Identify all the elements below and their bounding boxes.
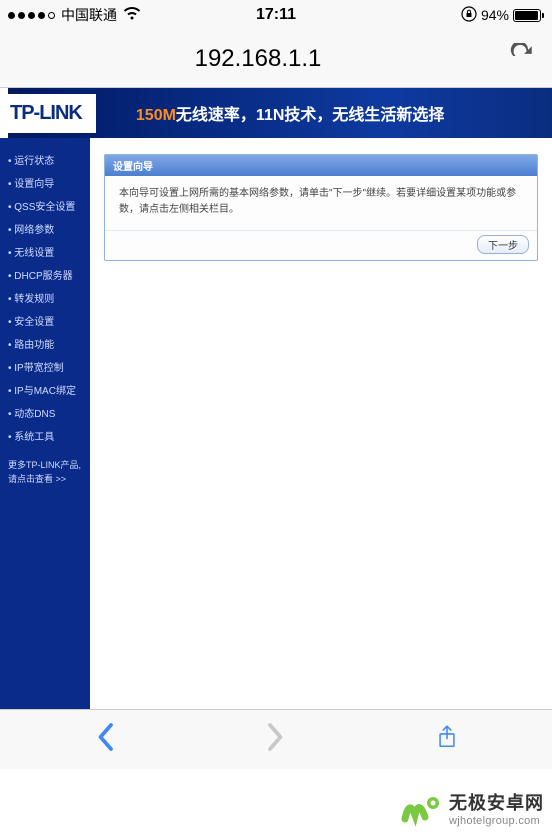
battery-pct-label: 94% bbox=[481, 7, 509, 23]
banner-text: 150M无线速率，11N技术，无线生活新选择 bbox=[96, 101, 552, 125]
sidebar-item-network[interactable]: 网络参数 bbox=[0, 217, 90, 240]
banner-highlight: 150M bbox=[136, 107, 176, 124]
orientation-lock-icon bbox=[461, 6, 477, 25]
header-banner: TP-LINK 150M无线速率，11N技术，无线生活新选择 bbox=[0, 88, 552, 138]
next-button[interactable]: 下一步 bbox=[477, 235, 529, 254]
sidebar-item-dhcp[interactable]: DHCP服务器 bbox=[0, 263, 90, 286]
banner-rest: 无线速率，11N技术，无线生活新选择 bbox=[176, 107, 444, 124]
clock-label: 17:11 bbox=[256, 6, 296, 24]
status-bar: 中国联通 17:11 94% bbox=[0, 0, 552, 30]
wizard-title: 设置向导 bbox=[105, 155, 537, 176]
sidebar-item-routing[interactable]: 路由功能 bbox=[0, 332, 90, 355]
sidebar-footer-line1: 更多TP-LINK产品, bbox=[8, 459, 84, 473]
browser-bottom-toolbar bbox=[0, 709, 552, 769]
sidebar-item-wireless[interactable]: 无线设置 bbox=[0, 240, 90, 263]
sidebar-menu: 运行状态 设置向导 QSS安全设置 网络参数 无线设置 DHCP服务器 转发规则… bbox=[0, 138, 90, 768]
status-left: 中国联通 bbox=[8, 5, 141, 25]
sidebar-footer-line2: 请点击查看 >> bbox=[8, 473, 84, 487]
sidebar-item-security[interactable]: 安全设置 bbox=[0, 309, 90, 332]
watermark-cn: 无极安卓网 bbox=[449, 789, 544, 815]
content-area: 设置向导 本向导可设置上网所需的基本网络参数，请单击"下一步"继续。若要详细设置… bbox=[90, 138, 552, 768]
router-admin-page: TP-LINK 150M无线速率，11N技术，无线生活新选择 运行状态 设置向导… bbox=[0, 88, 552, 768]
sidebar-item-qss[interactable]: QSS安全设置 bbox=[0, 194, 90, 217]
sidebar-item-systools[interactable]: 系统工具 bbox=[0, 424, 90, 447]
url-field[interactable]: 192.168.1.1 bbox=[12, 45, 504, 73]
sidebar-item-wizard[interactable]: 设置向导 bbox=[0, 171, 90, 194]
signal-strength-icon bbox=[8, 12, 55, 19]
setup-wizard-panel: 设置向导 本向导可设置上网所需的基本网络参数，请单击"下一步"继续。若要详细设置… bbox=[104, 154, 538, 261]
status-right: 94% bbox=[461, 6, 544, 25]
battery-icon bbox=[513, 9, 544, 22]
browser-address-bar: 192.168.1.1 bbox=[0, 30, 552, 88]
sidebar-footer[interactable]: 更多TP-LINK产品, 请点击查看 >> bbox=[0, 447, 90, 490]
back-button[interactable] bbox=[95, 722, 115, 757]
wizard-footer: 下一步 bbox=[105, 230, 537, 260]
share-icon bbox=[437, 722, 457, 752]
share-button[interactable] bbox=[437, 722, 457, 757]
chevron-right-icon bbox=[266, 722, 286, 752]
reload-button[interactable] bbox=[504, 43, 540, 74]
sidebar-item-bandwidth[interactable]: IP带宽控制 bbox=[0, 355, 90, 378]
sidebar-item-status[interactable]: 运行状态 bbox=[0, 148, 90, 171]
forward-button[interactable] bbox=[266, 722, 286, 757]
watermark-text: 无极安卓网 wjhotelgroup.com bbox=[449, 789, 544, 827]
watermark: 无极安卓网 wjhotelgroup.com bbox=[401, 787, 544, 829]
chevron-left-icon bbox=[95, 722, 115, 752]
reload-icon bbox=[509, 43, 535, 69]
carrier-label: 中国联通 bbox=[61, 5, 117, 25]
sidebar-item-ipmac[interactable]: IP与MAC绑定 bbox=[0, 378, 90, 401]
sidebar-item-ddns[interactable]: 动态DNS bbox=[0, 401, 90, 424]
tplink-logo: TP-LINK bbox=[0, 94, 96, 133]
wifi-icon bbox=[123, 7, 141, 24]
watermark-logo-icon bbox=[401, 787, 443, 829]
sidebar-item-forwarding[interactable]: 转发规则 bbox=[0, 286, 90, 309]
watermark-en: wjhotelgroup.com bbox=[449, 815, 544, 827]
wizard-body-text: 本向导可设置上网所需的基本网络参数，请单击"下一步"继续。若要详细设置某项功能或… bbox=[105, 176, 537, 230]
